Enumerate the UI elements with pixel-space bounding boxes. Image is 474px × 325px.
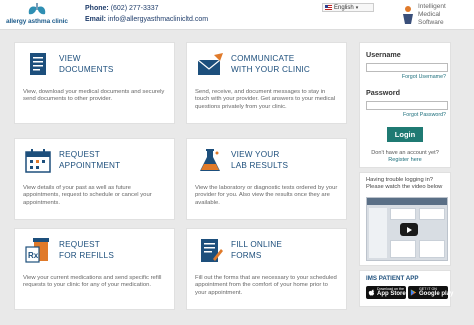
username-label: Username: [366, 50, 401, 59]
prescription-icon: Rx: [25, 238, 49, 263]
card-description: Fill out the forms that are necessary to…: [195, 275, 337, 296]
video-thumbnail-sidebar: [369, 208, 387, 258]
phone-line: Phone: (602) 277-3337: [85, 3, 208, 14]
card-title-line-1: COMMUNICATE: [231, 54, 295, 63]
video-thumbnail-block: [390, 240, 416, 258]
contact-info: Phone: (602) 277-3337 Email: info@allerg…: [85, 3, 208, 25]
ims-text: Intelligent Medical Software: [418, 3, 474, 27]
username-input[interactable]: [366, 63, 448, 72]
form-icon: [201, 239, 223, 262]
document-icon: [30, 53, 46, 75]
card-description: View, download your medical documents an…: [23, 89, 165, 103]
card-title: FILL ONLINE FORMS: [231, 239, 282, 261]
password-input[interactable]: [366, 101, 448, 110]
card-title: VIEW DOCUMENTS: [59, 53, 114, 75]
card-title-line-1: FILL ONLINE: [231, 240, 283, 249]
card-title-line-2: DOCUMENTS: [59, 65, 114, 74]
login-panel: Username Forgot Username? Password Forgo…: [359, 42, 451, 168]
ims-logo-icon: [403, 6, 413, 24]
calendar-icon: [25, 149, 51, 173]
login-button[interactable]: Login: [387, 127, 423, 142]
help-video[interactable]: [366, 197, 448, 261]
card-description: View the laboratory or diagnostic tests …: [195, 185, 338, 206]
help-panel: Having trouble logging in? Please watch …: [359, 172, 451, 266]
card-description: Send, receive, and document messages to …: [195, 89, 336, 110]
card-description: View your current medications and send s…: [23, 275, 162, 289]
flask-icon: [200, 149, 220, 171]
clinic-logo[interactable]: allergy asthma clinic: [6, 2, 70, 28]
card-title-line-2: FORMS: [231, 251, 262, 260]
forgot-password-link[interactable]: Forgot Password?: [403, 112, 446, 118]
google-play-badge[interactable]: GET IT ON Google play: [408, 286, 453, 299]
site-header: allergy asthma clinic Phone: (602) 277-3…: [0, 0, 474, 30]
phone-number[interactable]: (602) 277-3337: [111, 5, 159, 12]
communicate-card[interactable]: COMMUNICATE WITH YOUR CLINIC Send, recei…: [186, 42, 347, 124]
phone-label: Phone:: [85, 5, 109, 12]
no-account-label: Don't have an account yet?: [371, 150, 439, 156]
card-title: REQUEST APPOINTMENT: [59, 149, 120, 171]
card-title: COMMUNICATE WITH YOUR CLINIC: [231, 53, 310, 75]
card-description: View details of your past as well as fut…: [23, 185, 152, 206]
card-title-line-2: WITH YOUR CLINIC: [231, 65, 311, 74]
ims-logo: Intelligent Medical Software: [400, 3, 474, 29]
forgot-username-link[interactable]: Forgot Username?: [402, 74, 446, 80]
help-text: Having trouble logging in? Please watch …: [366, 177, 443, 191]
vendor-line-3: Software: [418, 19, 444, 26]
request-refills-card[interactable]: Rx REQUEST FOR REFILLS View your current…: [14, 228, 175, 310]
vendor-line-1: Intelligent: [418, 3, 446, 10]
google-play-text: Google play: [419, 291, 454, 297]
no-account-text: Don't have an account yet? Register here: [360, 150, 450, 164]
register-link[interactable]: Register here: [360, 157, 450, 164]
online-forms-card[interactable]: FILL ONLINE FORMS Fill out the forms tha…: [186, 228, 347, 310]
card-title-line-2: FOR REFILLS: [59, 251, 114, 260]
request-appointment-card[interactable]: REQUEST APPOINTMENT View details of your…: [14, 138, 175, 220]
envelope-icon: [197, 53, 223, 75]
language-select[interactable]: English ▾: [322, 3, 374, 12]
card-title: REQUEST FOR REFILLS: [59, 239, 114, 261]
email-label: Email:: [85, 16, 107, 23]
card-title-line-1: VIEW: [59, 54, 81, 63]
lungs-logo-icon: [28, 3, 46, 15]
video-thumbnail-block: [419, 240, 445, 258]
email-address[interactable]: info@allergyasthmaclinicltd.com: [108, 16, 208, 23]
patient-app-panel: IMS PATIENT APP Download on the App Stor…: [359, 270, 453, 307]
video-thumbnail-bar: [367, 198, 447, 205]
card-title-line-1: REQUEST: [59, 240, 100, 249]
app-store-badge[interactable]: Download on the App Store: [366, 286, 406, 299]
card-title-line-2: APPOINTMENT: [59, 161, 121, 170]
google-play-icon: [410, 289, 417, 296]
card-title-line-2: LAB RESULTS: [231, 161, 289, 170]
language-value: English: [334, 4, 354, 11]
logo-text: allergy asthma clinic: [6, 18, 68, 25]
card-title-line-1: VIEW YOUR: [231, 150, 280, 159]
card-title: VIEW YOUR LAB RESULTS: [231, 149, 288, 171]
app-store-text: App Store: [377, 291, 406, 297]
vendor-line-2: Medical: [418, 11, 441, 18]
play-icon[interactable]: [400, 223, 418, 236]
svg-text:Rx: Rx: [28, 251, 39, 260]
view-documents-card[interactable]: VIEW DOCUMENTS View, download your medic…: [14, 42, 175, 124]
video-thumbnail-block: [390, 208, 416, 220]
password-label: Password: [366, 88, 400, 97]
chevron-down-icon: ▾: [355, 4, 359, 11]
video-thumbnail-block: [419, 208, 445, 220]
us-flag-icon: [325, 5, 332, 10]
app-title: IMS PATIENT APP: [366, 275, 419, 282]
card-title-line-1: REQUEST: [59, 150, 100, 159]
email-line: Email: info@allergyasthmaclinicltd.com: [85, 14, 208, 25]
lab-results-card[interactable]: VIEW YOUR LAB RESULTS View the laborator…: [186, 138, 347, 220]
apple-icon: [368, 289, 375, 296]
